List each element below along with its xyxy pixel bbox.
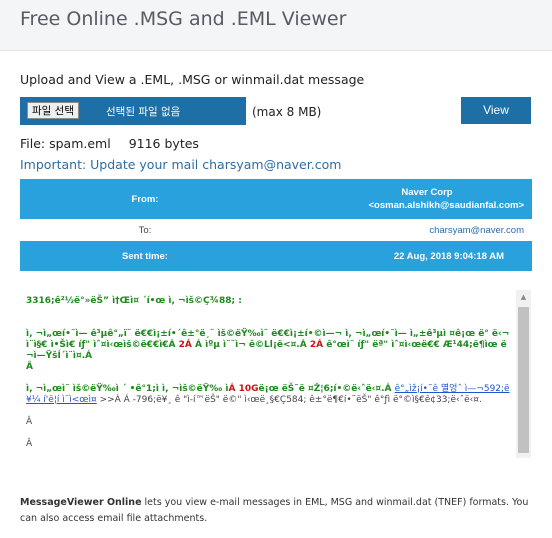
message-header-table: From: Naver Corp <osman.alshikh@saudianf…: [20, 179, 532, 271]
page-title: Free Online .MSG and .EML Viewer: [20, 8, 347, 30]
body-paragraph: 3316;ê²½ë°»ëŠ” ì†Œì¤ ´í•œ ì, ¬ìš©Ç¾88; :: [26, 296, 242, 306]
body-paragraph: ì, ¬ì„œí•˜ì— ê³µê°„ï¨ ë€€ì¡±í•´ê±°ë¸¨ ìš…: [26, 329, 510, 372]
sent-label: Sent time:: [20, 241, 270, 271]
body-paragraph: Â: [26, 439, 33, 449]
scrollbar-thumb[interactable]: [518, 307, 529, 453]
file-info: File: spam.eml 9116 bytes: [20, 136, 199, 151]
page-header: Free Online .MSG and .EML Viewer: [0, 0, 552, 51]
message-body-frame[interactable]: 3316;ê²½ë°»ëŠ” ì†Œì¤ ´í•œ ì, ¬ìš©Ç¾88; :…: [20, 290, 532, 458]
important-notice: Important: Update your mail charsyam@nav…: [20, 157, 342, 172]
message-scrollbar[interactable]: ▲: [516, 290, 531, 458]
from-email: <osman.alshikh@saudianfal.com>: [368, 200, 524, 211]
to-row: To: charsyam@naver.com: [20, 219, 532, 241]
choose-file-button[interactable]: 파일 선택: [27, 102, 79, 119]
sent-value: 22 Aug, 2018 9:04:18 AM: [270, 241, 532, 271]
upload-instructions: Upload and View a .EML, .MSG or winmail.…: [20, 72, 365, 87]
message-body: 3316;ê²½ë°»ëŠ” ì†Œì¤ ´í•œ ì, ¬ìš©Ç¾88; :…: [26, 290, 510, 458]
to-label: To:: [20, 219, 270, 241]
from-row: From: Naver Corp <osman.alshikh@saudianf…: [20, 179, 532, 219]
scroll-up-arrow-icon[interactable]: ▲: [516, 290, 531, 304]
view-button[interactable]: View: [461, 97, 531, 124]
footer-description: MessageViewer Online lets you view e-mai…: [20, 495, 532, 527]
file-size: 9116 bytes: [128, 136, 199, 151]
no-file-label: 선택된 파일 없음: [106, 106, 181, 118]
from-name: Naver Corp: [401, 187, 453, 198]
to-value[interactable]: charsyam@naver.com: [270, 219, 532, 241]
sent-row: Sent time: 22 Aug, 2018 9:04:18 AM: [20, 241, 532, 271]
file-input[interactable]: 파일 선택 선택된 파일 없음: [20, 97, 246, 125]
from-label: From:: [20, 179, 270, 219]
file-name: File: spam.eml: [20, 136, 111, 151]
from-value: Naver Corp <osman.alshikh@saudianfal.com…: [270, 179, 532, 219]
max-size-label: (max 8 MB): [252, 105, 322, 119]
body-paragraph: Â: [26, 417, 33, 427]
footer-brand: MessageViewer Online: [20, 497, 142, 508]
body-paragraph: ì, ¬ì„œì˜ ìš©ëŸ‰ì ´ •ê°1;ì ì, ¬ìš©ëŸ‰ ìÁ…: [26, 384, 510, 405]
